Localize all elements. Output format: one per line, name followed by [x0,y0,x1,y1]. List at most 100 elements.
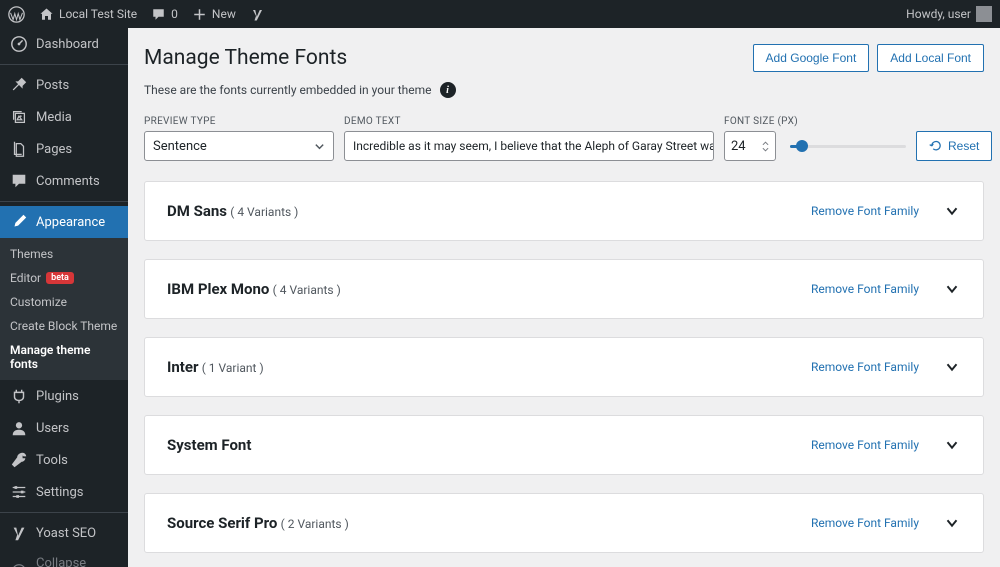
demo-text-group: DEMO TEXT Incredible as it may seem, I b… [344,116,714,161]
home-icon [39,7,54,22]
font-title: System Font [167,436,251,454]
pin-icon [10,76,28,94]
user-icon [10,419,28,437]
spinner-arrows[interactable] [762,141,769,152]
remove-font-link[interactable]: Remove Font Family [811,438,919,452]
font-card-actions: Remove Font Family [811,436,961,454]
font-variants: ( 4 Variants ) [230,205,298,219]
reset-button[interactable]: Reset [916,131,992,161]
page-description: These are the fonts currently embedded i… [144,83,432,97]
avatar [976,6,992,22]
submenu-editor[interactable]: Editor beta [0,266,128,290]
admin-bar-left: Local Test Site 0 New [8,6,265,23]
sidebar-item-settings[interactable]: Settings [0,476,128,508]
font-variants: ( 1 Variant ) [202,361,264,375]
font-list: DM Sans ( 4 Variants ) Remove Font Family… [144,181,984,553]
font-variants: ( 2 Variants ) [281,517,349,531]
submenu-create-block-theme[interactable]: Create Block Theme [0,314,128,338]
info-icon[interactable]: i [440,82,456,98]
comments-link[interactable]: 0 [151,7,178,22]
sidebar-item-media[interactable]: Media [0,101,128,133]
sidebar-item-comments[interactable]: Comments [0,165,128,197]
header-actions: Add Google Font Add Local Font [753,44,984,72]
add-google-font-button[interactable]: Add Google Font [753,44,870,72]
plugin-icon [10,387,28,405]
slider-thumb[interactable] [796,140,808,152]
sidebar-item-tools[interactable]: Tools [0,444,128,476]
submenu-manage-fonts[interactable]: Manage theme fonts [0,338,128,376]
sidebar-item-pages[interactable]: Pages [0,133,128,165]
sidebar-label: Yoast SEO [36,526,96,541]
font-name: Source Serif Pro [167,514,277,532]
sidebar-label: Media [36,110,72,125]
font-card: System Font Remove Font Family [144,415,984,475]
remove-font-link[interactable]: Remove Font Family [811,204,919,218]
sidebar-item-appearance[interactable]: Appearance [0,206,128,238]
demo-text-label: DEMO TEXT [344,116,714,127]
add-local-font-button[interactable]: Add Local Font [877,44,984,72]
font-title: DM Sans ( 4 Variants ) [167,202,298,220]
demo-text-value: Incredible as it may seem, I believe tha… [353,139,714,153]
font-card-actions: Remove Font Family [811,358,961,376]
font-title: Inter ( 1 Variant ) [167,358,264,376]
menu-separator [0,512,128,513]
font-name: DM Sans [167,202,227,220]
reset-label: Reset [948,139,979,153]
chevron-down-icon [762,147,769,152]
font-size-group: FONT SIZE (PX) 24 [724,116,906,161]
chevron-down-icon[interactable] [943,358,961,376]
submenu-themes[interactable]: Themes [0,242,128,266]
remove-font-link[interactable]: Remove Font Family [811,360,919,374]
font-size-input[interactable]: 24 [724,131,776,161]
preview-type-label: PREVIEW TYPE [144,116,334,127]
pages-icon [10,140,28,158]
chevron-up-icon [762,141,769,146]
reset-icon [929,139,943,153]
chevron-down-icon[interactable] [943,280,961,298]
sliders-icon [10,483,28,501]
sidebar-item-posts[interactable]: Posts [0,69,128,101]
font-card-actions: Remove Font Family [811,514,961,532]
sidebar-label: Users [36,421,69,436]
sidebar-label: Posts [36,78,69,93]
comments-count: 0 [171,7,178,21]
sidebar-label: Pages [36,142,72,157]
comment-icon [151,7,166,22]
remove-font-link[interactable]: Remove Font Family [811,516,919,530]
page-header: Manage Theme Fonts Add Google Font Add L… [144,44,984,72]
main-content: Manage Theme Fonts Add Google Font Add L… [128,28,1000,567]
yoast-adminbar[interactable] [250,7,265,22]
chevron-down-icon [314,141,325,152]
yoast-menu-icon [10,524,28,542]
chevron-down-icon[interactable] [943,514,961,532]
sidebar-item-plugins[interactable]: Plugins [0,380,128,412]
collapse-menu[interactable]: Collapse menu [0,549,128,567]
font-size-slider[interactable] [790,131,906,161]
new-content-link[interactable]: New [192,7,236,22]
sidebar-item-users[interactable]: Users [0,412,128,444]
collapse-icon [10,562,28,567]
wp-logo-menu[interactable] [8,6,25,23]
demo-text-input[interactable]: Incredible as it may seem, I believe tha… [344,131,714,161]
font-name: Inter [167,358,198,376]
admin-sidebar: Dashboard Posts Media Pages Comments App… [0,28,128,567]
chevron-down-icon[interactable] [943,202,961,220]
font-size-label: FONT SIZE (PX) [724,116,906,127]
sidebar-label: Dashboard [36,37,99,52]
site-name-link[interactable]: Local Test Site [39,7,137,22]
submenu-customize[interactable]: Customize [0,290,128,314]
sidebar-label: Plugins [36,389,79,404]
preview-type-select[interactable]: Sentence [144,131,334,161]
font-card-actions: Remove Font Family [811,280,961,298]
font-title: IBM Plex Mono ( 4 Variants ) [167,280,341,298]
sidebar-item-yoast[interactable]: Yoast SEO [0,517,128,549]
sidebar-item-dashboard[interactable]: Dashboard [0,28,128,60]
chevron-down-icon[interactable] [943,436,961,454]
new-label: New [212,7,236,21]
remove-font-link[interactable]: Remove Font Family [811,282,919,296]
font-name: System Font [167,436,251,454]
menu-separator [0,64,128,65]
font-title: Source Serif Pro ( 2 Variants ) [167,514,349,532]
user-greeting[interactable]: Howdy, user [906,6,992,22]
sidebar-label: Comments [36,174,100,189]
